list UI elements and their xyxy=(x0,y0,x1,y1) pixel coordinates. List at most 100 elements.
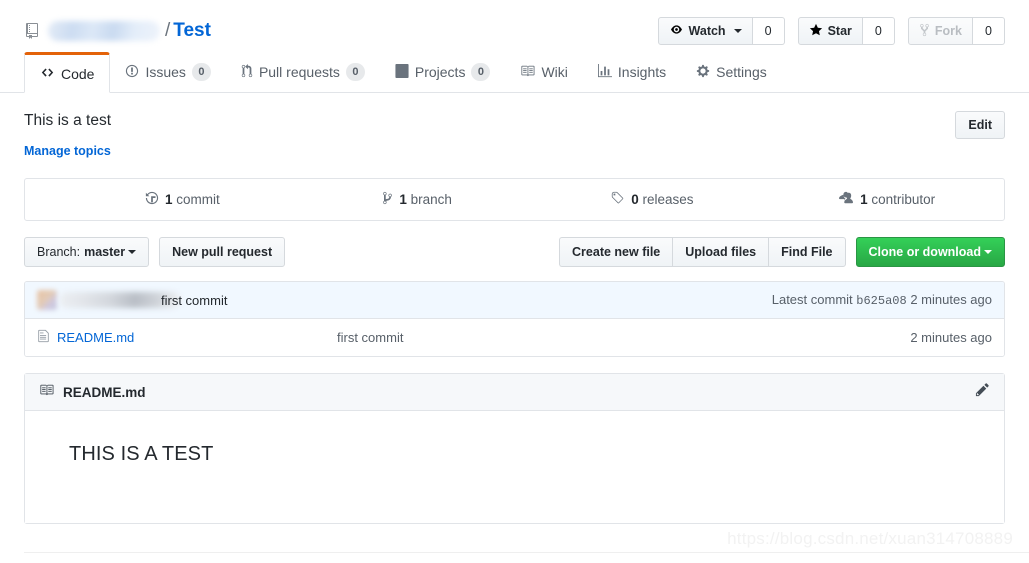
commit-age: 2 minutes ago xyxy=(910,292,992,308)
book-icon xyxy=(520,64,535,81)
star-count[interactable]: 0 xyxy=(862,17,895,45)
github-repo-page: / Test Watch 0 Star 0 Fork 0 Code Issues… xyxy=(0,0,1029,563)
repo-main-content: This is a test Manage topics Edit 1 comm… xyxy=(0,93,1029,525)
repo-file-actions: Create new file Upload files Find File C… xyxy=(559,237,1005,268)
file-icon xyxy=(37,329,50,346)
tab-projects-label: Projects xyxy=(414,64,466,80)
commit-sha[interactable]: b625a08 xyxy=(856,294,906,308)
branch-selector-button[interactable]: Branch: master xyxy=(24,237,150,268)
stat-releases-count: 0 xyxy=(631,192,639,208)
footer-divider xyxy=(24,552,1029,553)
file-link-readme[interactable]: README.md xyxy=(57,330,134,345)
book-icon xyxy=(39,383,54,402)
tab-pull-requests-count: 0 xyxy=(345,63,365,81)
tab-projects-count: 0 xyxy=(471,63,491,81)
readme-header: README.md xyxy=(25,374,1004,412)
file-commit-message[interactable]: first commit xyxy=(337,330,910,345)
commit-message[interactable]: first commit xyxy=(161,293,227,308)
graph-icon xyxy=(597,63,612,81)
tab-pull-requests[interactable]: Pull requests 0 xyxy=(226,52,380,92)
table-row[interactable]: README.md first commit 2 minutes ago xyxy=(25,319,1004,357)
stat-contributors[interactable]: 1 contributor xyxy=(769,179,1004,220)
stat-branches-count: 1 xyxy=(399,192,407,208)
new-pull-request-button[interactable]: New pull request xyxy=(159,237,286,268)
stat-commits-count: 1 xyxy=(164,192,173,208)
edit-button[interactable]: Edit xyxy=(955,111,1005,139)
repo-icon xyxy=(24,23,40,39)
tab-settings[interactable]: Settings xyxy=(681,52,782,92)
tab-pull-requests-label: Pull requests xyxy=(258,64,340,80)
stat-releases-label: releases xyxy=(642,192,694,208)
gear-icon xyxy=(696,64,710,81)
star-button-group: Star 0 xyxy=(797,17,895,45)
tab-code[interactable]: Code xyxy=(24,52,111,93)
eye-icon xyxy=(669,24,684,38)
watch-button[interactable]: Watch xyxy=(657,17,753,45)
star-button[interactable]: Star xyxy=(797,17,863,45)
repo-title: / Test xyxy=(24,20,211,42)
stat-releases[interactable]: 0 releases xyxy=(535,179,770,220)
latest-commit-row: first commit Latest commit b625a08 2 min… xyxy=(25,282,1004,320)
fork-button[interactable]: Fork xyxy=(907,17,973,45)
file-name-cell: README.md xyxy=(37,329,337,346)
tab-insights-label: Insights xyxy=(617,64,667,80)
watch-count[interactable]: 0 xyxy=(752,17,785,45)
chevron-down-icon xyxy=(128,249,137,258)
tab-projects[interactable]: Projects 0 xyxy=(380,52,506,92)
chevron-down-icon xyxy=(733,28,742,37)
history-icon xyxy=(145,191,159,208)
tab-insights[interactable]: Insights xyxy=(583,52,681,92)
repo-stats-bar: 1 commit 1 branch 0 releases 1 contribut… xyxy=(24,178,1005,222)
readme-heading: THIS IS A TEST xyxy=(69,443,214,466)
upload-files-button[interactable]: Upload files xyxy=(672,237,769,268)
repo-owner-redacted[interactable] xyxy=(48,21,160,41)
fork-icon xyxy=(919,23,930,40)
manage-topics-link[interactable]: Manage topics xyxy=(24,144,111,158)
tab-wiki-label: Wiki xyxy=(541,64,568,80)
repo-nav-tabs: Code Issues 0 Pull requests 0 Projects 0 xyxy=(0,52,1029,93)
project-icon xyxy=(395,63,409,81)
fork-count[interactable]: 0 xyxy=(973,17,1005,45)
branch-prefix-label: Branch: xyxy=(37,245,81,260)
stat-branches[interactable]: 1 branch xyxy=(300,179,535,220)
file-age: 2 minutes ago xyxy=(910,330,992,346)
people-icon xyxy=(838,191,854,208)
clone-or-download-label: Clone or download xyxy=(868,245,982,260)
file-actions-group: Create new file Upload files Find File xyxy=(559,237,846,268)
tab-settings-label: Settings xyxy=(716,64,767,80)
pencil-icon[interactable] xyxy=(975,382,990,402)
repo-name-link[interactable]: Test xyxy=(173,20,211,42)
watch-label: Watch xyxy=(688,24,726,38)
repo-about-row: This is a test Manage topics Edit xyxy=(24,93,1005,160)
stat-branches-label: branch xyxy=(410,192,452,208)
fork-label: Fork xyxy=(934,24,962,38)
repo-header: / Test Watch 0 Star 0 Fork 0 xyxy=(0,0,1029,50)
tag-icon xyxy=(610,191,625,208)
stat-commits[interactable]: 1 commit xyxy=(65,179,300,220)
code-icon xyxy=(40,66,55,82)
tab-code-label: Code xyxy=(61,65,95,82)
repo-about-text: This is a test Manage topics xyxy=(24,111,955,160)
git-pull-request-icon xyxy=(241,63,253,81)
star-label: Star xyxy=(827,24,852,38)
stat-contributors-count: 1 xyxy=(860,192,868,208)
tab-issues-label: Issues xyxy=(145,64,186,80)
create-new-file-button[interactable]: Create new file xyxy=(559,237,673,268)
readme-panel: README.md THIS IS A TEST xyxy=(24,373,1005,525)
repo-path-separator: / xyxy=(165,20,171,41)
branch-current-name: master xyxy=(84,245,126,260)
tab-issues-count: 0 xyxy=(191,63,211,81)
star-icon xyxy=(809,23,823,40)
latest-commit-meta: Latest commit b625a08 2 minutes ago xyxy=(772,292,992,308)
tab-issues[interactable]: Issues 0 xyxy=(110,52,225,92)
clone-or-download-button[interactable]: Clone or download xyxy=(855,237,1005,268)
stat-contributors-label: contributor xyxy=(871,192,936,208)
avatar xyxy=(37,290,57,311)
repo-description: This is a test xyxy=(24,112,111,129)
tab-wiki[interactable]: Wiki xyxy=(505,52,582,92)
issue-opened-icon xyxy=(125,64,139,81)
watermark: https://blog.csdn.net/xuan314708889 xyxy=(727,529,1013,548)
watch-button-group: Watch 0 xyxy=(657,17,785,45)
find-file-button[interactable]: Find File xyxy=(768,237,846,268)
latest-commit-prefix: Latest commit xyxy=(771,292,853,308)
